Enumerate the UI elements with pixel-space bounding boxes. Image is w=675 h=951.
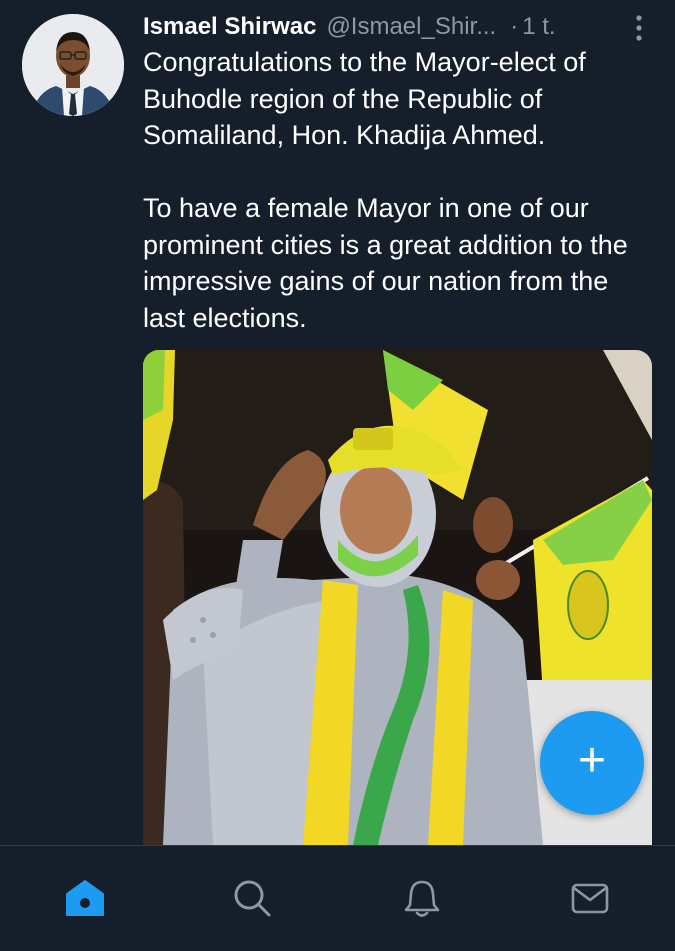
home-icon <box>66 880 104 916</box>
nav-search[interactable] <box>230 876 274 920</box>
author-handle[interactable]: @Ismael_Shir... <box>326 13 496 41</box>
tweet-text-paragraph: To have a female Mayor in one of our pro… <box>143 193 628 333</box>
bottom-navigation <box>0 845 675 951</box>
tweet-text: Congratulations to the Mayor-elect of Bu… <box>143 44 653 336</box>
author-name[interactable]: Ismael Shirwac <box>143 13 316 41</box>
avatar[interactable] <box>22 14 124 116</box>
tweet-header: Ismael Shirwac @Ismael_Shir... · 1 t. <box>143 10 653 44</box>
vertical-ellipsis-icon[interactable] <box>634 14 644 42</box>
nav-home[interactable] <box>63 876 107 920</box>
compose-tweet-button[interactable]: + <box>540 711 644 815</box>
mail-icon <box>571 883 609 914</box>
bell-icon <box>404 880 440 917</box>
tweet-text-paragraph: Congratulations to the Mayor-elect of Bu… <box>143 47 586 150</box>
plus-icon: + <box>577 734 607 787</box>
separator-dot: · <box>510 13 519 40</box>
avatar-image <box>22 14 124 116</box>
tweet-time[interactable]: 1 t. <box>522 13 555 41</box>
nav-messages[interactable] <box>568 876 612 920</box>
tweet[interactable]: Ismael Shirwac @Ismael_Shir... · 1 t. Co… <box>0 0 675 845</box>
search-icon <box>234 880 271 917</box>
nav-notifications[interactable] <box>400 876 444 920</box>
